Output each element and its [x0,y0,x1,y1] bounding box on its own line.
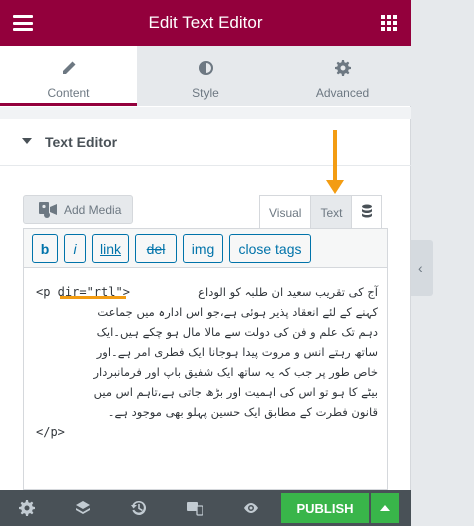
tab-text[interactable]: Text [310,195,353,228]
add-media-label: Add Media [64,203,122,217]
code-line: ساتھ رہتے انس و مروت پیدا ہوجانا ایک فطر… [96,345,378,359]
panel-header: Edit Text Editor [0,0,411,46]
tab-advanced[interactable]: Advanced [274,46,411,105]
italic-button[interactable]: i [64,234,86,263]
add-media-button[interactable]: Add Media [23,195,133,224]
code-line: خاص طور پر جب کہ یہ ساتھ ایک شفیق باپ او… [93,365,378,379]
panel-title: Edit Text Editor [148,13,263,32]
section-header-text-editor[interactable]: Text Editor [0,119,411,166]
del-button[interactable]: del [135,234,177,263]
chevron-left-icon: ‹ [418,260,423,276]
caret-down-icon [22,138,32,144]
bold-button[interactable]: b [32,234,58,263]
close-tags-button[interactable]: close tags [229,234,311,263]
responsive-icon[interactable] [187,500,205,516]
editor-code: <p dir="rtl"> آج کی تقریب سعید ان طلبہ ک… [36,282,378,442]
code-open-tag: <p dir="rtl"> [36,285,130,299]
apps-grid-icon[interactable] [381,15,397,31]
quicktags-toolbar: b i link del img close tags [23,228,388,268]
publish-button[interactable]: PUBLISH [281,493,369,523]
section-spacer [0,107,411,119]
tab-style[interactable]: Style [137,46,274,105]
tab-style-label: Style [192,86,219,100]
settings-icon[interactable] [19,500,37,516]
caret-up-icon [380,505,390,511]
annotation-arrow [333,130,337,182]
database-icon[interactable] [351,195,383,228]
link-button[interactable]: link [92,234,129,263]
history-icon[interactable] [131,500,149,516]
pencil-icon [0,60,137,78]
annotation-arrow-head [326,180,344,194]
img-button[interactable]: img [183,234,223,263]
code-line: آج کی تقریب سعید ان طلبہ کو الوداع [198,285,378,299]
tab-visual[interactable]: Visual [259,195,312,228]
text-editor-textarea[interactable]: <p dir="rtl"> آج کی تقریب سعید ان طلبہ ک… [23,268,388,490]
media-icon [38,201,58,219]
panel-footer: PUBLISH [0,490,411,526]
code-line: دہم تک علم و فن کی دولت سے مالا مال ہو چ… [96,325,378,339]
panel-collapse-handle[interactable]: ‹ [411,240,433,296]
code-line: کہنے کے لئے انعقاد پذیر ہوئی ہے،جو اس اد… [97,305,378,319]
tab-content[interactable]: Content [0,46,137,106]
code-first-line: <p dir="rtl"> آج کی تقریب سعید ان طلبہ ک… [36,282,378,302]
code-line: قانون فطرت کے مطابق ایک حسین پہلو بھی مو… [107,405,378,419]
half-circle-icon [137,60,274,78]
tab-content-label: Content [47,86,90,100]
editor-mode-tabs: Visual Text [259,195,383,228]
publish-options-button[interactable] [371,493,399,523]
code-line: بیٹے کا ہو تو اس کی اہمیت اور بڑھ جاتی ہ… [93,385,378,399]
annotation-underline [60,296,126,299]
layers-icon[interactable] [75,500,93,516]
panel-tabs: Content Style Advanced [0,46,411,106]
editor-panel: Edit Text Editor Content Style Advanced … [0,0,411,526]
section-title: Text Editor [45,134,118,150]
code-close-tag: </p> [36,425,65,439]
tab-advanced-label: Advanced [315,86,370,100]
gear-icon [274,60,411,78]
preview-eye-icon[interactable] [243,500,261,516]
